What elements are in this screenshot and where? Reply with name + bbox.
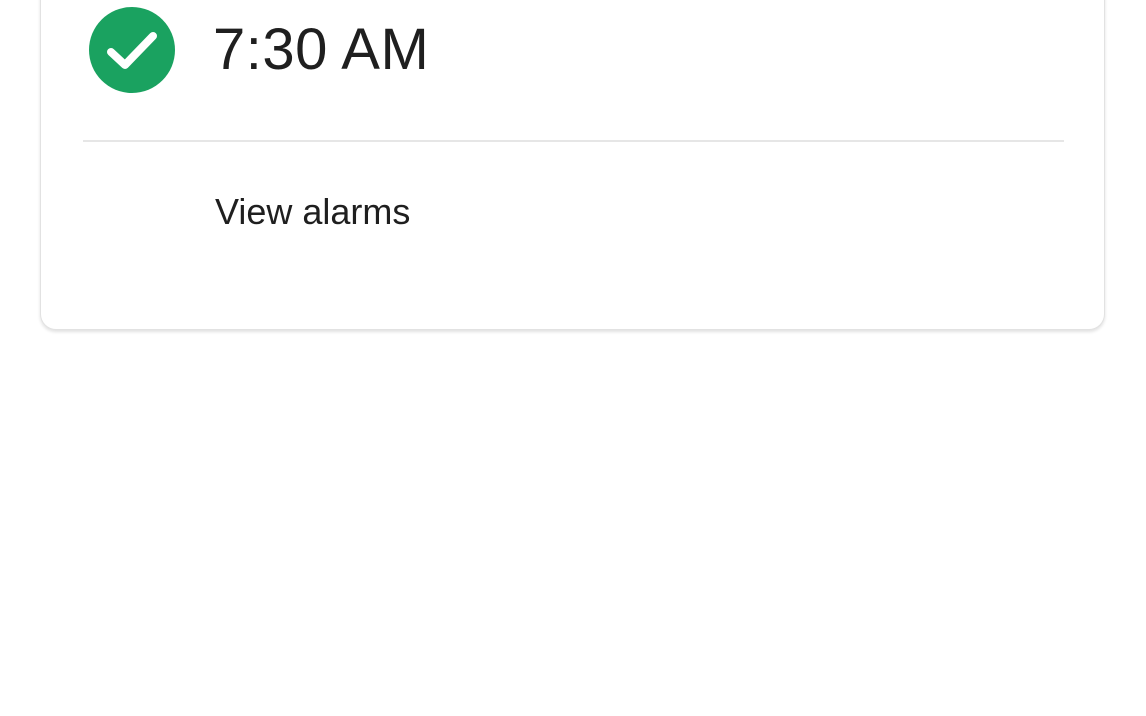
view-alarms-button[interactable]: View alarms [215, 194, 410, 230]
divider [83, 140, 1064, 142]
alarm-row: 7:30 AM [89, 5, 429, 95]
alarm-time: 7:30 AM [213, 17, 430, 82]
alarm-card: 7:30 AM View alarms [40, 0, 1105, 330]
check-circle-icon [89, 7, 175, 93]
